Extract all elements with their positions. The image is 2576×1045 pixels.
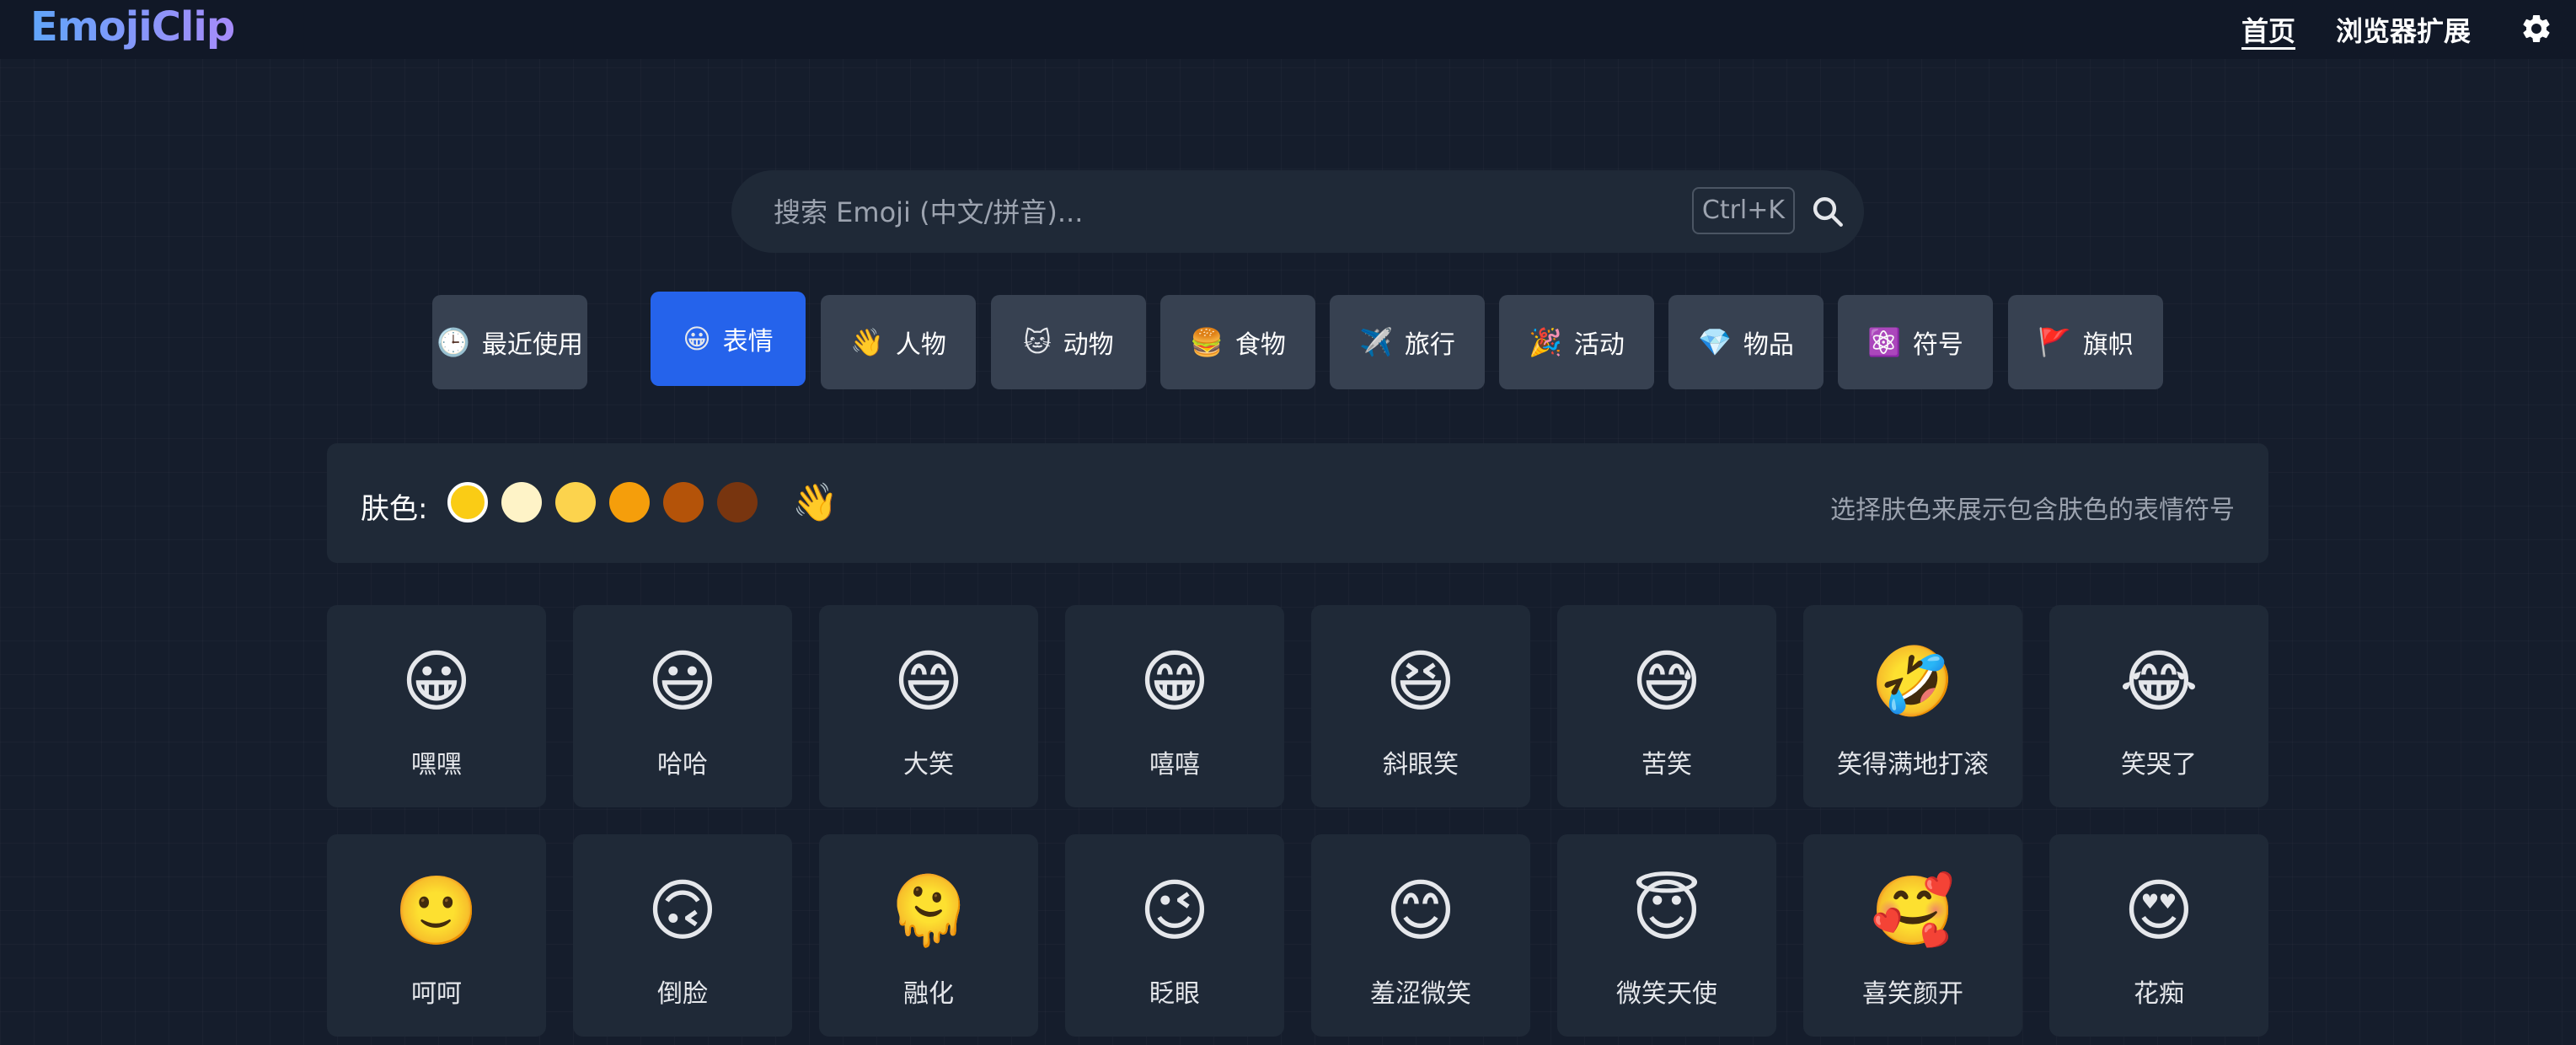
emoji-name: 喜笑颜开 bbox=[1862, 979, 1963, 1009]
skin-tone-option[interactable] bbox=[717, 482, 758, 522]
skin-tone-hint: 选择肤色来展示包含肤色的表情符号 bbox=[1830, 496, 2235, 525]
logo[interactable]: EmojiClip bbox=[30, 3, 235, 51]
search-input[interactable] bbox=[772, 192, 1702, 233]
emoji-glyph: 😃 bbox=[647, 642, 718, 721]
emoji-card[interactable]: 😉 眨眼 bbox=[1065, 834, 1284, 1037]
tab-category[interactable]: 👋 人物 bbox=[821, 295, 976, 389]
emoji-card[interactable]: 🫠 融化 bbox=[819, 834, 1038, 1037]
emoji-glyph: 😉 bbox=[1139, 871, 1210, 950]
header: EmojiClip 首页 浏览器扩展 bbox=[0, 0, 2576, 59]
emoji-glyph: 🙂 bbox=[394, 871, 479, 950]
category-icon: 🍔 bbox=[1190, 326, 1224, 358]
emoji-glyph: 🙃 bbox=[647, 871, 718, 950]
category-label: 动物 bbox=[1063, 330, 1114, 360]
category-icon: 💎 bbox=[1698, 326, 1732, 358]
emoji-card[interactable]: 😀 嘿嘿 bbox=[327, 605, 546, 807]
category-label: 人物 bbox=[895, 330, 946, 360]
tab-category[interactable]: 🎉 活动 bbox=[1499, 295, 1654, 389]
skin-tone-option[interactable] bbox=[609, 482, 650, 522]
skin-tone-option[interactable] bbox=[447, 482, 488, 522]
tab-category[interactable]: ✈️ 旅行 bbox=[1330, 295, 1485, 389]
tab-category[interactable]: 🐱 动物 bbox=[991, 295, 1146, 389]
nav-extension-link[interactable]: 浏览器扩展 bbox=[2336, 10, 2471, 49]
nav-home-link[interactable]: 首页 bbox=[2241, 10, 2295, 49]
emoji-name: 微笑天使 bbox=[1616, 979, 1717, 1009]
tab-category[interactable]: ⚛️ 符号 bbox=[1838, 295, 1993, 389]
emoji-name: 苦笑 bbox=[1641, 750, 1692, 780]
emoji-glyph: 🤣 bbox=[1871, 642, 1955, 721]
emoji-name: 呵呵 bbox=[411, 979, 462, 1009]
category-label: 活动 bbox=[1573, 330, 1625, 360]
tab-category[interactable]: 🚩 旗帜 bbox=[2008, 295, 2163, 389]
shortcut-hint: Ctrl+K bbox=[1692, 187, 1795, 234]
emoji-glyph: 😆 bbox=[1385, 642, 1456, 721]
category-label: 旅行 bbox=[1404, 330, 1455, 360]
skin-tone-panel: 肤色: 👋 选择肤色来展示包含肤色的表情符号 bbox=[327, 443, 2268, 563]
gear-icon[interactable] bbox=[2520, 12, 2553, 46]
category-icon: 🐱 bbox=[1023, 326, 1052, 358]
category-label: 食物 bbox=[1234, 330, 1286, 360]
category-label: 物品 bbox=[1743, 330, 1794, 360]
emoji-card[interactable]: 🥰 喜笑颜开 bbox=[1803, 834, 2022, 1037]
emoji-card[interactable]: 🙂 呵呵 bbox=[327, 834, 546, 1037]
emoji-card[interactable]: 😊 羞涩微笑 bbox=[1311, 834, 1530, 1037]
emoji-glyph: 😀 bbox=[401, 642, 472, 721]
emoji-card[interactable]: 😍 花痴 bbox=[2049, 834, 2268, 1037]
emoji-name: 融化 bbox=[903, 979, 954, 1009]
category-icon: 🕒 bbox=[436, 326, 470, 358]
category-label: 表情 bbox=[722, 327, 774, 356]
emoji-name: 嘿嘿 bbox=[411, 750, 462, 780]
tab-category[interactable]: 💎 物品 bbox=[1668, 295, 1824, 389]
emoji-name: 斜眼笑 bbox=[1383, 750, 1459, 780]
tab-category[interactable]: 😀 表情 bbox=[651, 292, 806, 386]
emoji-name: 笑哭了 bbox=[2121, 750, 2197, 780]
skin-tone-option[interactable] bbox=[555, 482, 596, 522]
emoji-name: 笑得满地打滚 bbox=[1837, 750, 1989, 780]
emoji-glyph: 😇 bbox=[1631, 871, 1702, 950]
emoji-card[interactable]: 😁 嘻嘻 bbox=[1065, 605, 1284, 807]
category-icon: ✈️ bbox=[1359, 326, 1393, 358]
emoji-glyph: 🫠 bbox=[886, 871, 971, 950]
emoji-glyph: 🥰 bbox=[1871, 871, 1955, 950]
emoji-card[interactable]: 🙃 倒脸 bbox=[573, 834, 792, 1037]
emoji-card[interactable]: 😃 哈哈 bbox=[573, 605, 792, 807]
tab-category[interactable]: 🍔 食物 bbox=[1160, 295, 1315, 389]
emoji-glyph: 😅 bbox=[1631, 642, 1702, 721]
skin-tone-option[interactable] bbox=[663, 482, 704, 522]
emoji-name: 羞涩微笑 bbox=[1370, 979, 1471, 1009]
category-icon: ⚛️ bbox=[1867, 326, 1901, 358]
category-icon: 👋 bbox=[850, 326, 884, 358]
emoji-glyph: 😁 bbox=[1139, 642, 1210, 721]
emoji-card[interactable]: 🤣 笑得满地打滚 bbox=[1803, 605, 2022, 807]
emoji-name: 大笑 bbox=[903, 750, 954, 780]
emoji-name: 眨眼 bbox=[1149, 979, 1200, 1009]
emoji-card[interactable]: 😂 笑哭了 bbox=[2049, 605, 2268, 807]
tab-category[interactable]: 🕒 最近使用 bbox=[432, 295, 587, 389]
skin-tone-option[interactable] bbox=[501, 482, 542, 522]
emoji-card[interactable]: 😆 斜眼笑 bbox=[1311, 605, 1530, 807]
category-icon: 🎉 bbox=[1529, 326, 1562, 358]
category-label: 符号 bbox=[1912, 330, 1963, 360]
emoji-name: 花痴 bbox=[2134, 979, 2184, 1009]
emoji-card[interactable]: 😇 微笑天使 bbox=[1557, 834, 1776, 1037]
emoji-card[interactable]: 😅 苦笑 bbox=[1557, 605, 1776, 807]
category-label: 旗帜 bbox=[2082, 330, 2134, 360]
skin-tone-label: 肤色: bbox=[361, 492, 428, 526]
emoji-glyph: 😍 bbox=[2123, 871, 2194, 950]
emoji-glyph: 😄 bbox=[893, 642, 964, 721]
emoji-card[interactable]: 😄 大笑 bbox=[819, 605, 1038, 807]
skin-tone-preview: 👋 bbox=[792, 481, 838, 524]
emoji-name: 嘻嘻 bbox=[1149, 750, 1200, 780]
emoji-glyph: 😂 bbox=[2119, 642, 2198, 721]
category-icon: 🚩 bbox=[2038, 326, 2071, 358]
category-icon: 😀 bbox=[683, 323, 711, 355]
search-bar: Ctrl+K bbox=[731, 170, 1864, 253]
category-label: 最近使用 bbox=[481, 330, 583, 360]
emoji-glyph: 😊 bbox=[1385, 871, 1456, 950]
emoji-name: 哈哈 bbox=[657, 750, 708, 780]
emoji-name: 倒脸 bbox=[657, 979, 708, 1009]
search-icon[interactable] bbox=[1810, 194, 1845, 229]
